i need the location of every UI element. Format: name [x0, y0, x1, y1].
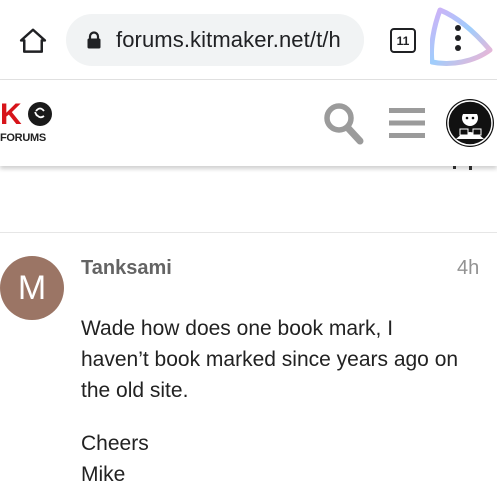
post-line: Wade how does one book mark, I [81, 317, 394, 340]
hamburger-icon [389, 108, 425, 138]
post-line: haven’t book marked since years ago on [81, 348, 459, 371]
logo-globe-icon [28, 102, 52, 126]
home-button[interactable] [14, 22, 52, 60]
tab-count: 11 [396, 33, 410, 48]
more-vert-icon [429, 7, 493, 66]
logo-mark: K [0, 98, 22, 131]
signature-line: Mike [81, 463, 126, 486]
url-text: forums.kitmaker.net/t/h [116, 27, 341, 52]
post-paragraph: Wade how does one book mark, I haven’t b… [81, 313, 481, 406]
signature-line: Cheers [81, 432, 149, 455]
previous-post-fragment [453, 166, 472, 170]
logo-subtitle: FORUMS [0, 132, 46, 144]
post-divider [0, 232, 497, 233]
search-icon [324, 103, 364, 145]
search-button[interactable] [322, 101, 364, 145]
site-logo[interactable]: K FORUMS [0, 98, 60, 146]
browser-menu-button[interactable] [429, 6, 494, 70]
lock-icon [87, 31, 101, 49]
post-line: the old site. [81, 379, 189, 402]
post-signature: Cheers Mike [81, 428, 481, 490]
avatar-letter: M [17, 268, 47, 307]
current-user-avatar[interactable] [446, 99, 494, 147]
post-author-name[interactable]: Tanksami [81, 257, 172, 280]
post-timestamp[interactable]: 4h [457, 257, 479, 280]
address-bar[interactable]: forums.kitmaker.net/t/h [66, 14, 364, 66]
menu-button[interactable] [389, 106, 425, 140]
home-icon [19, 28, 47, 53]
tab-switcher-button[interactable]: 11 [390, 28, 416, 53]
forum-header: K FORUMS [0, 80, 497, 166]
post-body: Wade how does one book mark, I haven’t b… [81, 313, 481, 500]
post-author-avatar[interactable]: M [0, 256, 64, 320]
user-avatar-image [447, 100, 493, 146]
browser-toolbar: forums.kitmaker.net/t/h 11 [0, 0, 497, 80]
